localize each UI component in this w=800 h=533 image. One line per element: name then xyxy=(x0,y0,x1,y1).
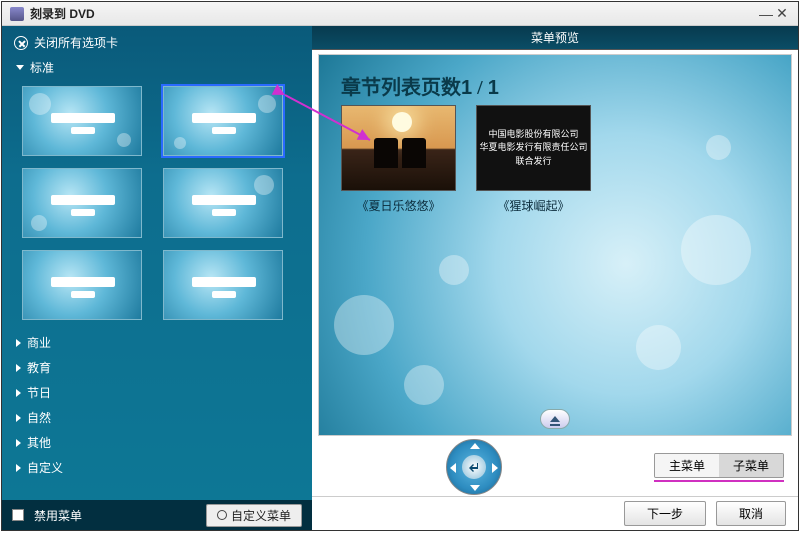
cancel-button[interactable]: 取消 xyxy=(716,501,786,526)
chapter-2-thumbnail: 中国电影股份有限公司 华夏电影发行有限责任公司 联合发行 xyxy=(476,105,591,191)
template-thumb-6[interactable] xyxy=(163,250,283,320)
category-other[interactable]: 其他 xyxy=(2,430,312,455)
minimize-button[interactable]: — xyxy=(758,6,774,22)
template-thumb-4[interactable] xyxy=(163,168,283,238)
category-standard[interactable]: 标准 xyxy=(2,55,312,80)
category-education[interactable]: 教育 xyxy=(2,355,312,380)
disable-menu-checkbox[interactable] xyxy=(12,509,24,521)
nav-left-button[interactable] xyxy=(450,463,456,473)
chapter-1[interactable]: 《夏日乐悠悠》 xyxy=(341,105,456,214)
nav-down-button[interactable] xyxy=(470,485,480,491)
category-business[interactable]: 商业 xyxy=(2,330,312,355)
close-button[interactable]: ✕ xyxy=(774,5,790,22)
next-button[interactable]: 下一步 xyxy=(624,501,706,526)
template-thumb-1[interactable] xyxy=(22,86,142,156)
template-thumb-3[interactable] xyxy=(22,168,142,238)
enter-icon xyxy=(468,461,480,473)
chapter-2-caption: 《猩球崛起》 xyxy=(476,197,591,214)
nav-up-button[interactable] xyxy=(470,443,480,449)
template-thumb-2[interactable] xyxy=(163,86,283,156)
window-title: 刻录到 DVD xyxy=(30,5,758,22)
nav-enter-button[interactable] xyxy=(462,455,486,479)
category-nature[interactable]: 自然 xyxy=(2,405,312,430)
eject-icon xyxy=(550,416,560,422)
dvd-nav-dpad xyxy=(446,439,502,495)
menu-type-toggle: 主菜单 子菜单 xyxy=(654,453,784,478)
customize-menu-button[interactable]: 自定义菜单 xyxy=(206,504,302,527)
chapter-page-title: 章节列表页数1 / 1 xyxy=(341,71,499,100)
eject-button[interactable] xyxy=(540,409,570,429)
sub-menu-tab[interactable]: 子菜单 xyxy=(719,454,783,477)
close-tabs-label: 关闭所有选项卡 xyxy=(34,34,118,51)
disable-menu-label: 禁用菜单 xyxy=(34,507,82,524)
close-icon xyxy=(14,36,28,50)
category-custom[interactable]: 自定义 xyxy=(2,455,312,480)
main-menu-tab[interactable]: 主菜单 xyxy=(655,454,719,477)
gear-icon xyxy=(217,510,227,520)
preview-header: 菜单预览 xyxy=(312,26,798,50)
preview-area: 章节列表页数1 / 1 《夏日乐悠悠》 中国电影股份有限公司 华夏电影发行有限责… xyxy=(318,54,792,436)
category-holiday[interactable]: 节日 xyxy=(2,380,312,405)
chapter-2[interactable]: 中国电影股份有限公司 华夏电影发行有限责任公司 联合发行 《猩球崛起》 xyxy=(476,105,591,214)
close-tabs-link[interactable]: 关闭所有选项卡 xyxy=(2,26,312,55)
nav-right-button[interactable] xyxy=(492,463,498,473)
template-sidebar: 关闭所有选项卡 标准 商业 教育 节日 自然 其他 自定义 禁用菜 xyxy=(2,26,312,530)
template-thumb-5[interactable] xyxy=(22,250,142,320)
chapter-1-caption: 《夏日乐悠悠》 xyxy=(341,197,456,214)
app-icon xyxy=(10,7,24,21)
chapter-1-thumbnail xyxy=(341,105,456,191)
